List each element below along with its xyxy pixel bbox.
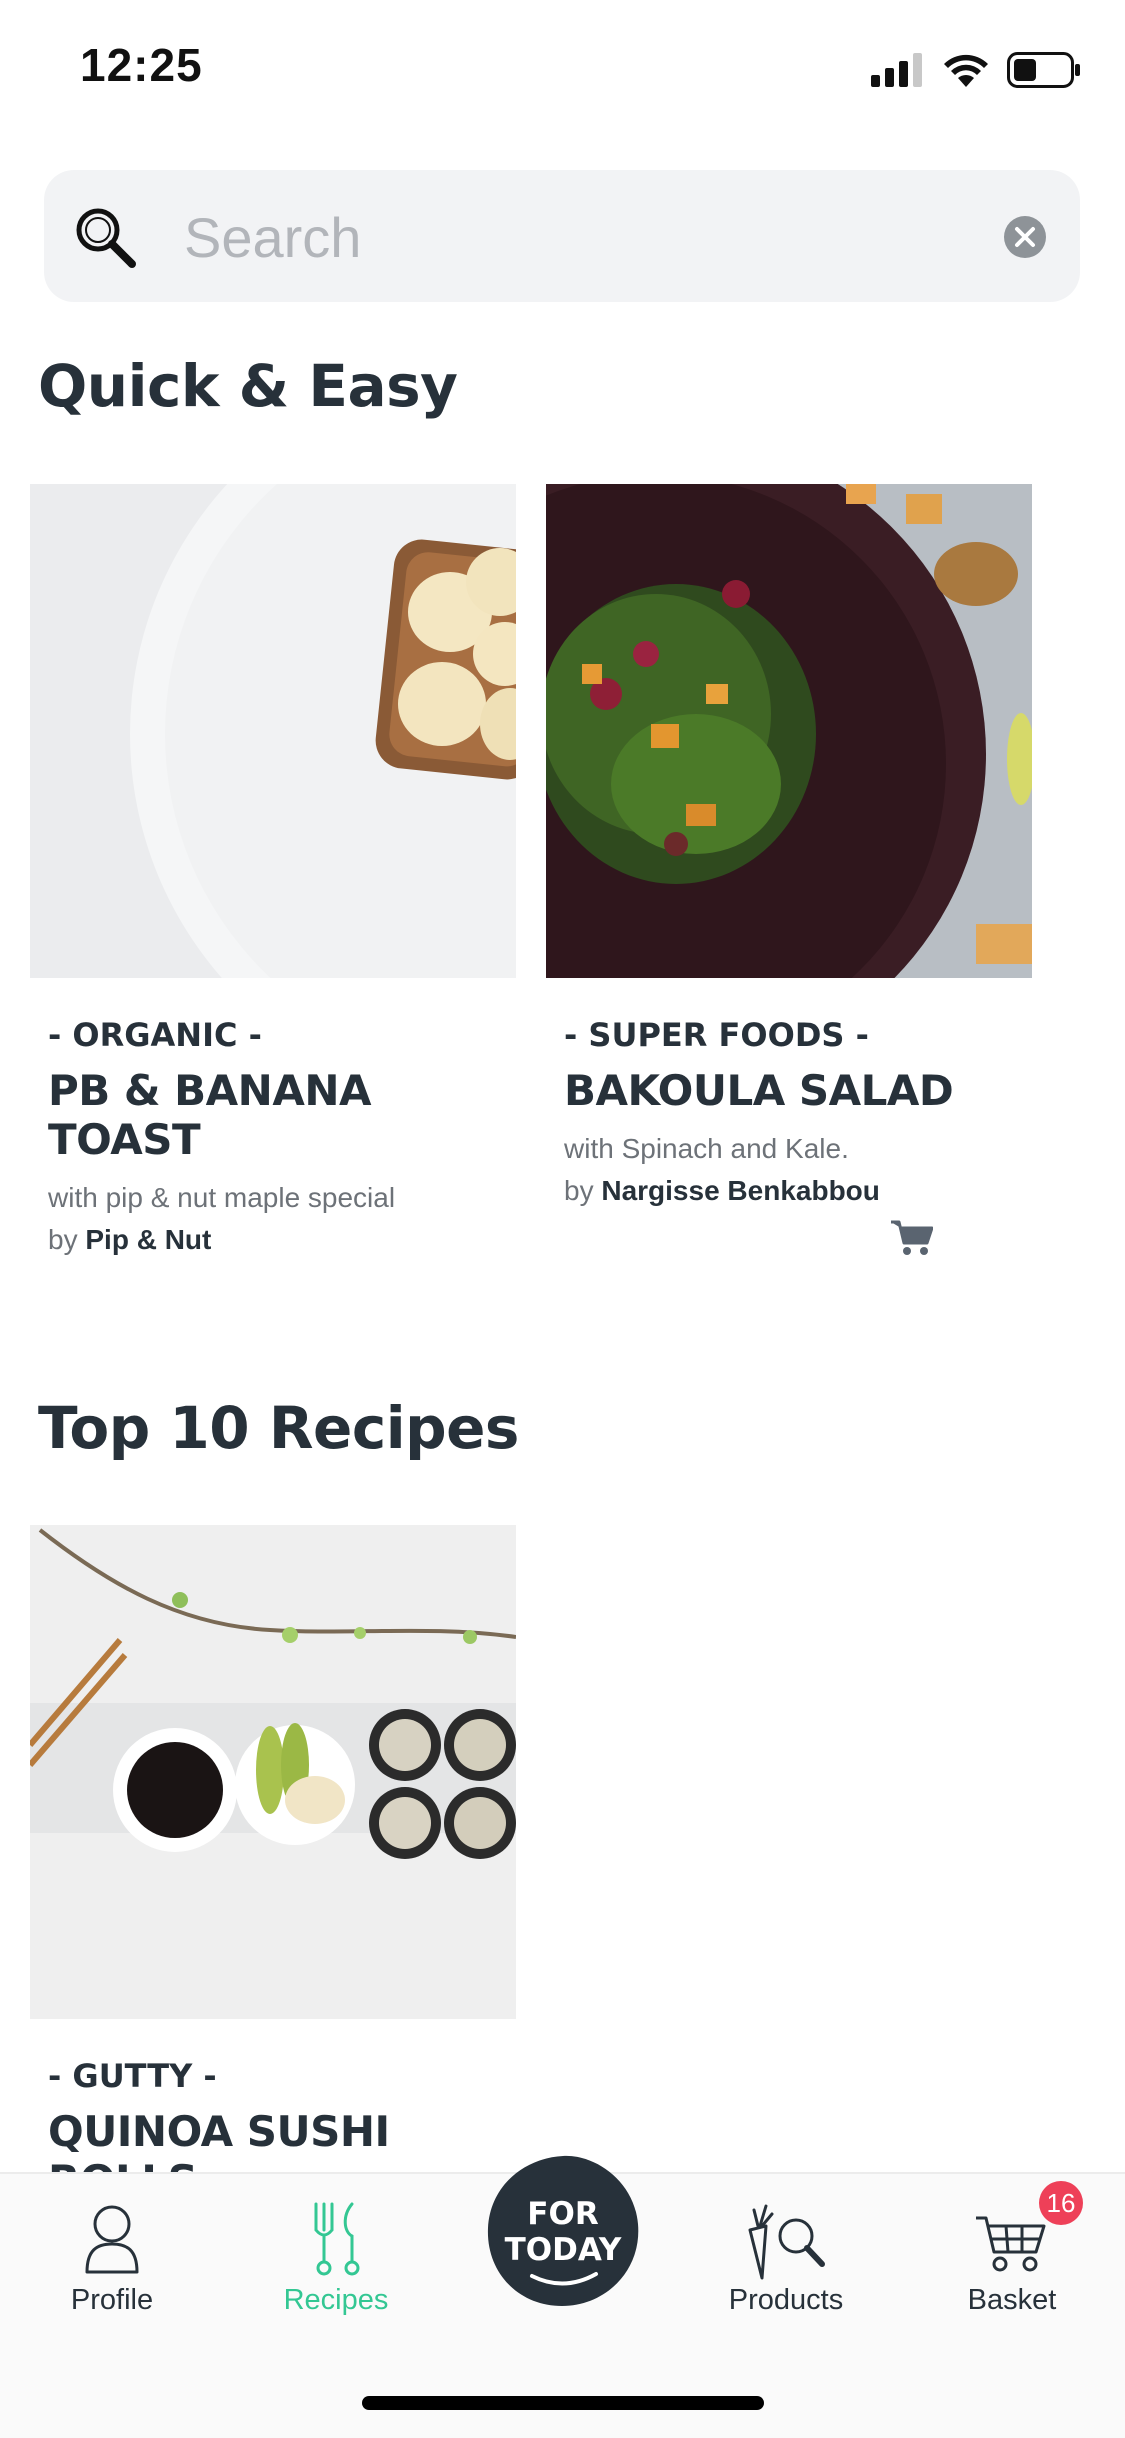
home-indicator[interactable]: [362, 2396, 764, 2410]
card-subtitle: with Spinach and Kale.: [564, 1133, 849, 1164]
battery-icon: [1007, 52, 1080, 88]
card-author-name[interactable]: Pip & Nut: [85, 1224, 211, 1255]
card-author: by Nargisse Benkabbou: [564, 1175, 1032, 1207]
card-category: - GUTTY -: [48, 2057, 217, 2095]
search-bar[interactable]: [44, 170, 1080, 302]
tab-products[interactable]: Products: [686, 2200, 886, 2340]
card-category: - ORGANIC -: [48, 1016, 262, 1054]
tab-label-recipes: Recipes: [283, 2284, 389, 2316]
tab-label-products: Products: [728, 2284, 844, 2316]
status-icons: [871, 46, 1081, 94]
tab-profile[interactable]: Profile: [12, 2200, 212, 2340]
recipe-image-bakoula: [546, 484, 1032, 978]
tab-label-profile: Profile: [70, 2284, 154, 2316]
basket-badge: 16: [1039, 2181, 1083, 2225]
carrot-search-icon: [748, 2204, 825, 2280]
recipe-image-pb-banana: [30, 484, 516, 978]
section-title-quick-easy: Quick & Easy: [38, 352, 458, 420]
card-category: - SUPER FOODS -: [564, 1016, 869, 1054]
signal-icon: [871, 53, 922, 87]
card-title: BAKOULA SALAD: [564, 1066, 954, 1115]
section-title-top-recipes: Top 10 Recipes: [38, 1394, 519, 1462]
wifi-icon: [944, 54, 988, 87]
search-input[interactable]: [182, 198, 1006, 276]
status-time: 12:25: [80, 39, 203, 91]
card-author-name[interactable]: Nargisse Benkabbou: [601, 1175, 880, 1206]
for-today-button[interactable]: FOR TODAY: [484, 2152, 642, 2310]
recipe-card-quinoa-sushi[interactable]: - GUTTY - QUINOA SUSHI ROLLS: [30, 1525, 516, 2205]
card-subtitle: with pip & nut maple special: [48, 1182, 396, 1213]
recipe-card-bakoula[interactable]: - SUPER FOODS - BAKOULA SALAD with Spina…: [546, 484, 1032, 1255]
person-icon: [85, 2205, 139, 2274]
for-today-line1: FOR: [527, 2196, 599, 2232]
card-title: PB & BANANA TOAST: [48, 1066, 372, 1164]
recipe-card-pb-banana[interactable]: - ORGANIC - PB & BANANA TOAST with pip &…: [30, 484, 516, 1256]
tab-label-basket: Basket: [967, 2284, 1057, 2316]
fork-spoon-icon: [314, 2202, 360, 2276]
cart-icon[interactable]: [891, 1219, 933, 1257]
tab-basket[interactable]: Basket: [912, 2200, 1112, 2340]
card-author-by: by: [48, 1224, 78, 1255]
clear-icon[interactable]: [1004, 216, 1046, 258]
for-today-line2: TODAY: [505, 2232, 622, 2268]
recipe-image-quinoa-sushi: [30, 1525, 516, 2019]
card-author-by: by: [564, 1175, 594, 1206]
tab-recipes[interactable]: Recipes: [236, 2200, 436, 2340]
card-author: by Pip & Nut: [48, 1224, 516, 1256]
status-bar: 12:25: [0, 0, 1125, 140]
search-icon: [76, 208, 136, 268]
